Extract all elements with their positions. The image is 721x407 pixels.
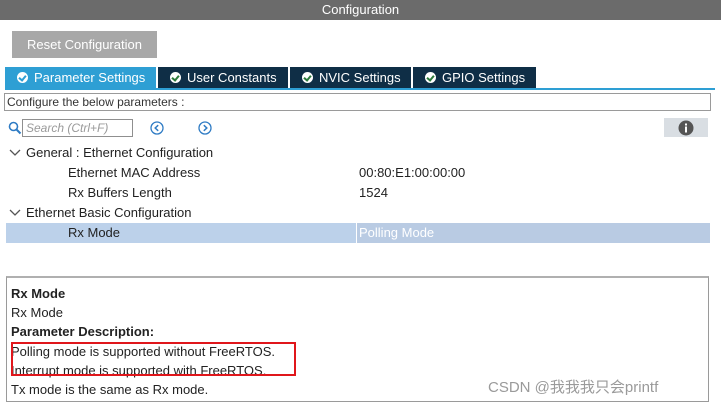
info-button[interactable] (664, 118, 708, 137)
reset-configuration-button[interactable]: Reset Configuration (12, 31, 157, 58)
parameter-label: Rx Buffers Length (68, 185, 172, 200)
tree-group-ethernet-basic[interactable]: Ethernet Basic Configuration (6, 203, 709, 223)
tab-label: GPIO Settings (442, 70, 526, 85)
info-icon (678, 120, 694, 135)
tab-label: Parameter Settings (34, 70, 146, 85)
tab-label: User Constants (187, 70, 277, 85)
tab-user-constants[interactable]: User Constants (158, 67, 288, 88)
parameter-value: Polling Mode (359, 225, 435, 240)
tab-bar: Parameter Settings User Constants NVIC S… (5, 67, 538, 88)
watermark: CSDN @我我我只会printf (488, 379, 659, 396)
description-line: Tx mode is the same as Rx mode. (11, 382, 209, 397)
tree-group-general-ethernet[interactable]: General : Ethernet Configuration (6, 143, 709, 163)
chevron-down-icon[interactable] (8, 143, 22, 163)
parameter-value: 00:80:E1:00:00:00 (359, 165, 466, 180)
tab-gpio-settings[interactable]: GPIO Settings (413, 67, 536, 88)
description-title: Rx Mode (11, 286, 66, 301)
previous-result-icon[interactable] (150, 121, 164, 135)
tree-item-rx-buffers-length[interactable]: Rx Buffers Length 1524 (6, 183, 709, 203)
highlight-box (11, 342, 296, 376)
description-name: Rx Mode (11, 305, 64, 320)
parameter-value: 1524 (359, 185, 388, 200)
tab-label: NVIC Settings (319, 70, 401, 85)
parameter-label: Rx Mode (68, 225, 121, 240)
tab-nvic-settings[interactable]: NVIC Settings (290, 67, 411, 88)
tab-parameter-settings[interactable]: Parameter Settings (5, 67, 156, 88)
description-heading: Parameter Description: (11, 324, 155, 339)
search-icon[interactable] (8, 121, 22, 135)
check-circle-icon (425, 72, 436, 83)
chevron-down-icon[interactable] (8, 203, 22, 223)
check-circle-icon (170, 72, 181, 83)
configure-instructions: Configure the below parameters : (4, 93, 711, 111)
check-circle-icon (302, 72, 313, 83)
tree-item-rx-mode[interactable]: Rx Mode Polling Mode (6, 223, 710, 243)
tab-underline (5, 88, 715, 90)
tree-group-label: General : Ethernet Configuration (26, 145, 214, 160)
search-input[interactable] (22, 119, 133, 137)
next-result-icon[interactable] (198, 121, 212, 135)
check-circle-icon (17, 72, 28, 83)
window-title: Configuration (0, 0, 721, 20)
tree-item-ethernet-mac-address[interactable]: Ethernet MAC Address 00:80:E1:00:00:00 (6, 163, 709, 183)
tree-group-label: Ethernet Basic Configuration (26, 205, 192, 220)
parameter-label: Ethernet MAC Address (68, 165, 201, 180)
